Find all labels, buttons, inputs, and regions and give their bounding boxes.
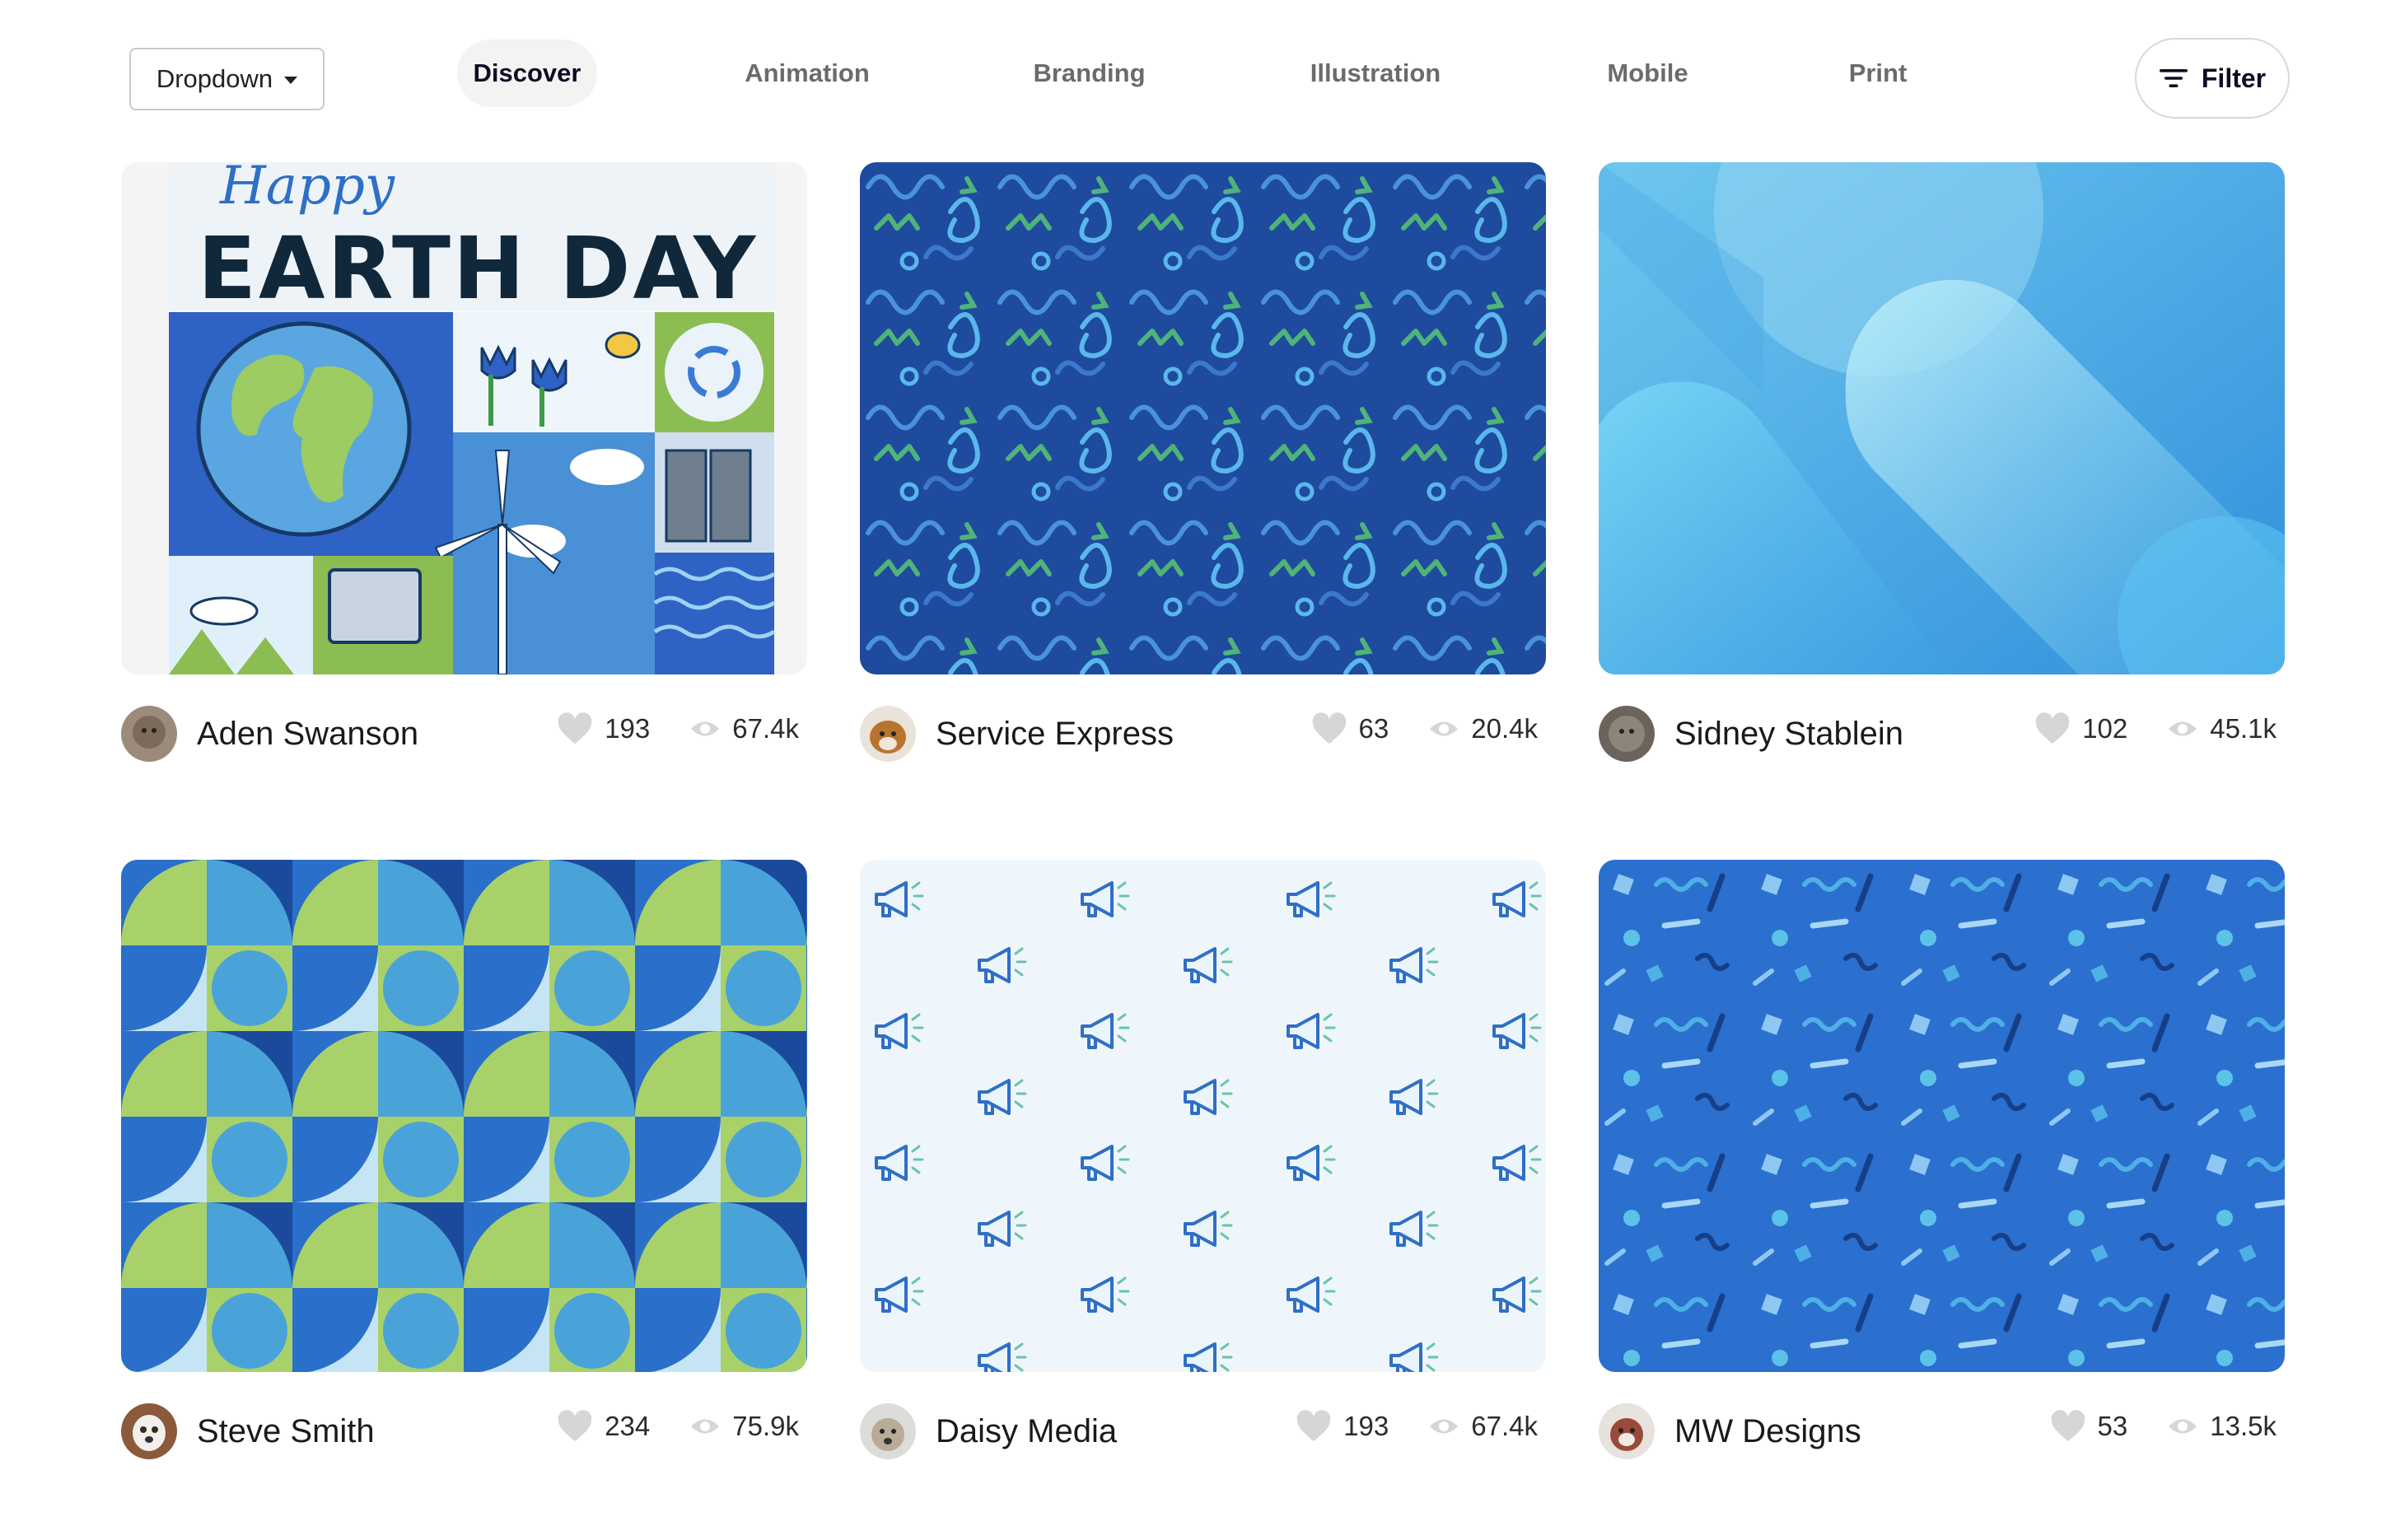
filter-lines-icon <box>2159 69 2188 87</box>
heart-icon <box>1312 712 1346 744</box>
like-count[interactable]: 63 <box>1311 712 1389 745</box>
avatar[interactable] <box>1599 706 1655 762</box>
heart-icon <box>558 712 592 744</box>
shot-stats: 63 20.4k <box>1311 712 1538 745</box>
avatar[interactable] <box>121 1403 177 1459</box>
shot-meta: MW Designs 53 13.5k <box>1599 1403 2285 1461</box>
avatar[interactable] <box>121 706 177 762</box>
eye-icon <box>2169 1419 2197 1434</box>
filter-label: Filter <box>2201 63 2267 93</box>
gradient-shapes <box>1599 162 2285 674</box>
avatar[interactable] <box>860 706 916 762</box>
shot-meta: Sidney Stablein 102 45.1k <box>1599 706 2285 763</box>
eye-icon <box>691 721 720 736</box>
category-tabs: Discover Animation Branding Illustration… <box>0 40 2391 107</box>
avatar[interactable] <box>860 1403 916 1459</box>
svg-text:EARTH DAY: EARTH DAY <box>198 218 758 319</box>
tab-branding[interactable]: Branding <box>1013 40 1165 107</box>
earth-day-illustration: Happy EARTH DAY <box>121 162 807 674</box>
shot-thumbnail[interactable] <box>860 860 1546 1372</box>
view-count: 13.5k <box>2167 1411 2277 1442</box>
view-count: 67.4k <box>689 713 799 744</box>
view-count: 75.9k <box>689 1411 799 1442</box>
view-count: 20.4k <box>1428 713 1538 744</box>
author-name[interactable]: Sidney Stablein <box>1674 716 1903 753</box>
author-name[interactable]: Steve Smith <box>197 1413 375 1450</box>
shot-meta: Service Express 63 20.4k <box>860 706 1546 763</box>
geometric-pattern <box>121 860 807 1372</box>
author-name[interactable]: Daisy Media <box>936 1413 1117 1450</box>
svg-text:Happy: Happy <box>219 162 395 217</box>
like-count[interactable]: 234 <box>557 1410 650 1443</box>
eye-icon <box>1430 1419 1459 1434</box>
heart-icon <box>2035 712 2070 744</box>
shot-stats: 193 67.4k <box>557 712 799 745</box>
shot-thumbnail[interactable]: Happy EARTH DAY <box>121 162 807 674</box>
shot-meta: Aden Swanson 193 67.4k <box>121 706 807 763</box>
eye-icon <box>1430 721 1459 736</box>
view-count: 67.4k <box>1428 1411 1538 1442</box>
author-name[interactable]: Service Express <box>936 716 1174 753</box>
filter-button[interactable]: Filter <box>2135 38 2290 119</box>
avatar[interactable] <box>1599 1403 1655 1459</box>
eye-icon <box>2169 721 2197 736</box>
megaphone-pattern <box>860 860 1546 1372</box>
shot-stats: 53 13.5k <box>2050 1410 2277 1443</box>
shot-stats: 193 67.4k <box>1296 1410 1538 1443</box>
eye-icon <box>691 1419 720 1434</box>
shot-meta: Steve Smith 234 75.9k <box>121 1403 807 1461</box>
tab-illustration[interactable]: Illustration <box>1289 40 1462 107</box>
confetti-pattern <box>1599 860 2285 1372</box>
shot-meta: Daisy Media 193 67.4k <box>860 1403 1546 1461</box>
shot-thumbnail[interactable] <box>860 162 1546 674</box>
author-name[interactable]: Aden Swanson <box>197 716 418 753</box>
shot-stats: 234 75.9k <box>557 1410 799 1443</box>
shot-thumbnail[interactable] <box>1599 162 2285 674</box>
heart-icon <box>2051 1410 2085 1442</box>
shot-thumbnail[interactable] <box>121 860 807 1372</box>
like-count[interactable]: 53 <box>2050 1410 2127 1443</box>
author-name[interactable]: MW Designs <box>1674 1413 1861 1450</box>
like-count[interactable]: 102 <box>2034 712 2127 745</box>
tab-print[interactable]: Print <box>1828 40 1927 107</box>
heart-icon <box>558 1410 592 1442</box>
shot-thumbnail[interactable] <box>1599 860 2285 1372</box>
view-count: 45.1k <box>2167 713 2277 744</box>
heart-icon <box>1296 1410 1331 1442</box>
tab-animation[interactable]: Animation <box>725 40 890 107</box>
squiggle-pattern <box>860 162 1546 674</box>
like-count[interactable]: 193 <box>557 712 650 745</box>
shot-stats: 102 45.1k <box>2034 712 2277 745</box>
like-count[interactable]: 193 <box>1296 1410 1389 1443</box>
tab-mobile[interactable]: Mobile <box>1580 40 1716 107</box>
tab-discover[interactable]: Discover <box>457 40 597 107</box>
